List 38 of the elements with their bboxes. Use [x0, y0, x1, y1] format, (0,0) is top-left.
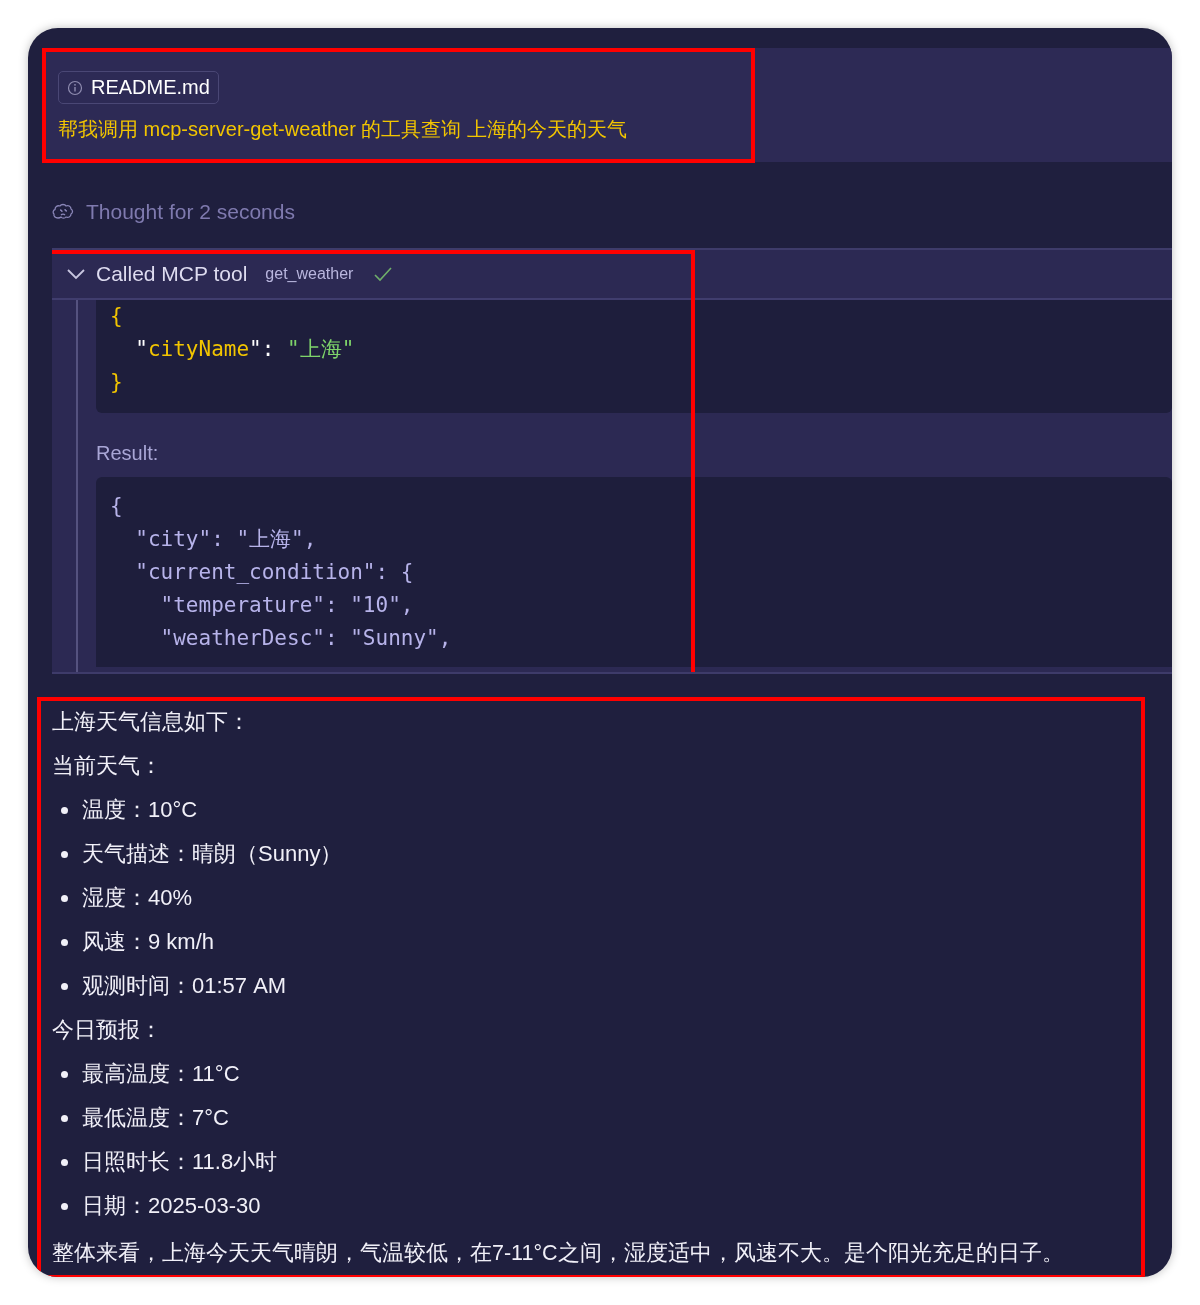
code-line: "cityName": "上海" — [134, 336, 356, 363]
code-line: "temperature": "10", — [159, 592, 415, 619]
bullet-icon — [61, 1070, 68, 1078]
code-line: { — [110, 493, 124, 520]
bullet-icon — [61, 1114, 68, 1122]
tool-title: Called MCP tool — [96, 262, 248, 286]
list-item-text: 温度：10°C — [82, 796, 198, 824]
section-heading: 上海天气信息如下： — [52, 708, 251, 736]
code-line: "weatherDesc": "Sunny", — [159, 625, 453, 652]
section-heading: 当前天气： — [52, 752, 163, 780]
tool-name: get_weather — [265, 265, 354, 283]
list-item-text: 湿度：40% — [82, 884, 193, 912]
info-icon — [67, 79, 83, 96]
bullet-icon — [61, 1202, 68, 1210]
file-chip[interactable]: README.md — [58, 71, 219, 104]
list-item-text: 日期：2025-03-30 — [82, 1192, 261, 1220]
code-line: { — [110, 303, 124, 330]
code-line: "city": "上海", — [134, 526, 318, 553]
bullet-icon — [61, 982, 68, 990]
bullet-icon — [61, 850, 68, 858]
summary-paragraph: 整体来看，上海今天天气晴朗，气温较低，在7-11°C之间，湿度适中，风速不大。是个阳光充足的日子。 — [52, 1240, 1065, 1267]
section-heading: 今日预报： — [52, 1016, 163, 1044]
list-item-text: 天气描述：晴朗（Sunny） — [82, 840, 343, 868]
list-item-text: 最高温度：11°C — [82, 1060, 240, 1088]
list-item-text: 风速：9 km/h — [82, 928, 215, 956]
code-line: } — [110, 369, 124, 396]
list-item-text: 最低温度：7°C — [82, 1104, 229, 1132]
bullet-icon — [61, 938, 68, 946]
list-item-text: 日照时长：11.8小时 — [82, 1148, 278, 1176]
code-line: "current_condition": { — [134, 559, 415, 586]
bullet-icon — [61, 894, 68, 902]
brain-icon — [52, 202, 76, 222]
thought-label[interactable]: Thought for 2 seconds — [86, 200, 295, 224]
result-label: Result: — [96, 441, 160, 466]
list-item-text: 观测时间：01:57 AM — [82, 972, 287, 1000]
bullet-icon — [61, 1158, 68, 1166]
bullet-icon — [61, 806, 68, 814]
message-text: 帮我调用 mcp-server-get-weather 的工具查询 上海的今天的天气 — [58, 117, 628, 142]
